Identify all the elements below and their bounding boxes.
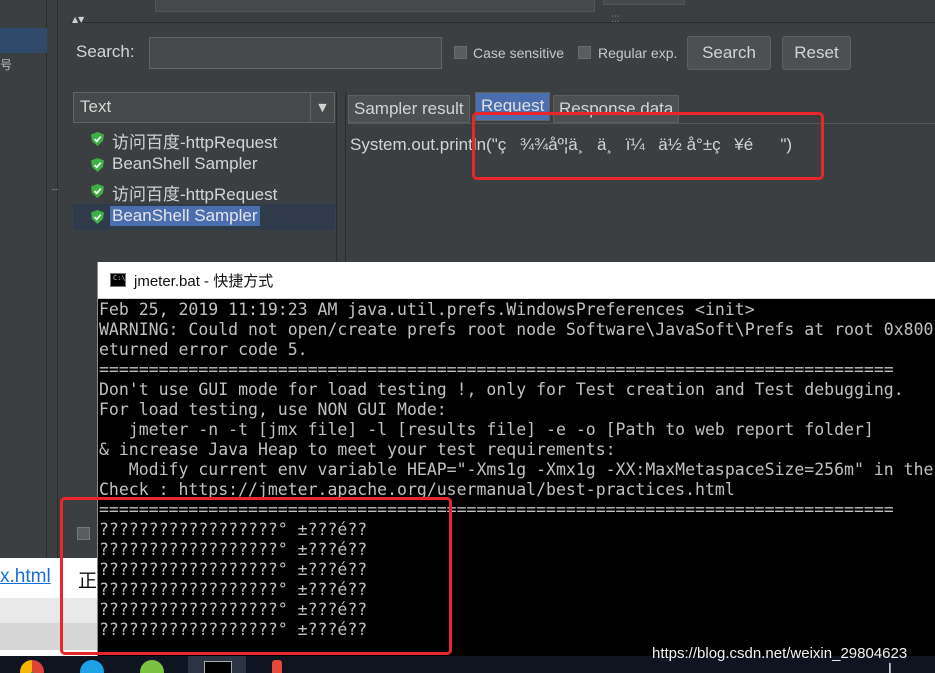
ie-icon[interactable]	[80, 660, 104, 673]
tree-item[interactable]: 访问百度-httpRequest	[73, 178, 335, 204]
tab-sampler-result[interactable]: Sampler result	[348, 95, 470, 123]
search-label: Search:	[76, 42, 135, 61]
regular-exp-checkbox[interactable]	[578, 46, 591, 59]
collapse-up-icon[interactable]: ▲▼	[72, 16, 84, 24]
left-panel: 号	[0, 0, 47, 560]
console-line: & increase Java Heap to meet your test r…	[99, 440, 616, 459]
console-line: Modify current env variable HEAP="-Xms1g…	[99, 460, 934, 479]
left-panel-selected-row[interactable]	[0, 28, 47, 53]
search-button[interactable]: Search	[687, 36, 771, 70]
success-shield-icon	[91, 184, 104, 198]
html-link[interactable]: x.html	[0, 566, 51, 588]
success-shield-icon	[91, 132, 104, 146]
console-title: jmeter.bat - 快捷方式	[134, 273, 274, 290]
renderer-selected-value: Text	[80, 97, 112, 116]
success-shield-icon	[91, 210, 104, 224]
tree-splitter[interactable]	[336, 92, 346, 262]
tree-item-label: BeanShell Sampler	[112, 154, 258, 173]
left-panel-glyph: 号	[0, 58, 13, 72]
regular-exp-label: Regular exp.	[598, 45, 678, 61]
tree-item[interactable]: BeanShell Sampler	[73, 152, 335, 178]
success-shield-icon	[91, 158, 104, 172]
console-line: Feb 25, 2019 11:19:23 AM java.util.prefs…	[99, 300, 755, 319]
top-input-field[interactable]	[155, 0, 595, 12]
chevron-down-icon[interactable]: ▼	[310, 93, 334, 122]
annotation-box-console	[60, 497, 452, 655]
annotation-box-request	[472, 112, 824, 180]
text-cursor-icon: I	[888, 662, 892, 673]
cmd-icon[interactable]	[204, 661, 232, 673]
wechat-icon[interactable]	[140, 660, 164, 673]
top-button[interactable]	[603, 0, 685, 5]
console-line: Don't use GUI mode for load testing !, o…	[99, 380, 904, 399]
console-line: ========================================…	[99, 360, 894, 379]
tree-item-label: BeanShell Sampler	[110, 206, 260, 226]
console-line: eturned error code 5.	[99, 340, 308, 359]
tree-item[interactable]: 访问百度-httpRequest	[73, 126, 335, 152]
paint-icon[interactable]	[272, 660, 282, 673]
chrome-icon[interactable]	[20, 660, 44, 673]
console-line: WARNING: Could not open/create prefs roo…	[99, 320, 934, 339]
watermark: https://blog.csdn.net/weixin_29804623	[652, 645, 908, 662]
horizontal-splitter[interactable]	[70, 13, 935, 23]
cmd-icon: C:\	[110, 273, 126, 287]
tree-item-selected[interactable]: BeanShell Sampler	[73, 204, 335, 230]
case-sensitive-checkbox[interactable]	[454, 46, 467, 59]
vertical-splitter[interactable]: ⁞	[48, 0, 59, 560]
tree-item-label: 访问百度-httpRequest	[112, 185, 278, 204]
search-input[interactable]	[149, 37, 442, 69]
sampler-tree: 访问百度-httpRequest BeanShell Sampler 访问百度-…	[73, 126, 335, 260]
reset-button[interactable]: Reset	[782, 36, 851, 70]
console-titlebar[interactable]: C:\ jmeter.bat - 快捷方式	[98, 262, 935, 299]
console-line: jmeter -n -t [jmx file] -l [results file…	[99, 420, 874, 439]
splitter-grip-icon: ⁚⁚⁚	[611, 15, 620, 25]
console-line: For load testing, use NON GUI Mode:	[99, 400, 447, 419]
case-sensitive-label: Case sensitive	[473, 45, 565, 61]
renderer-select[interactable]: Text ▼	[73, 92, 335, 123]
tree-item-label: 访问百度-httpRequest	[112, 133, 278, 152]
